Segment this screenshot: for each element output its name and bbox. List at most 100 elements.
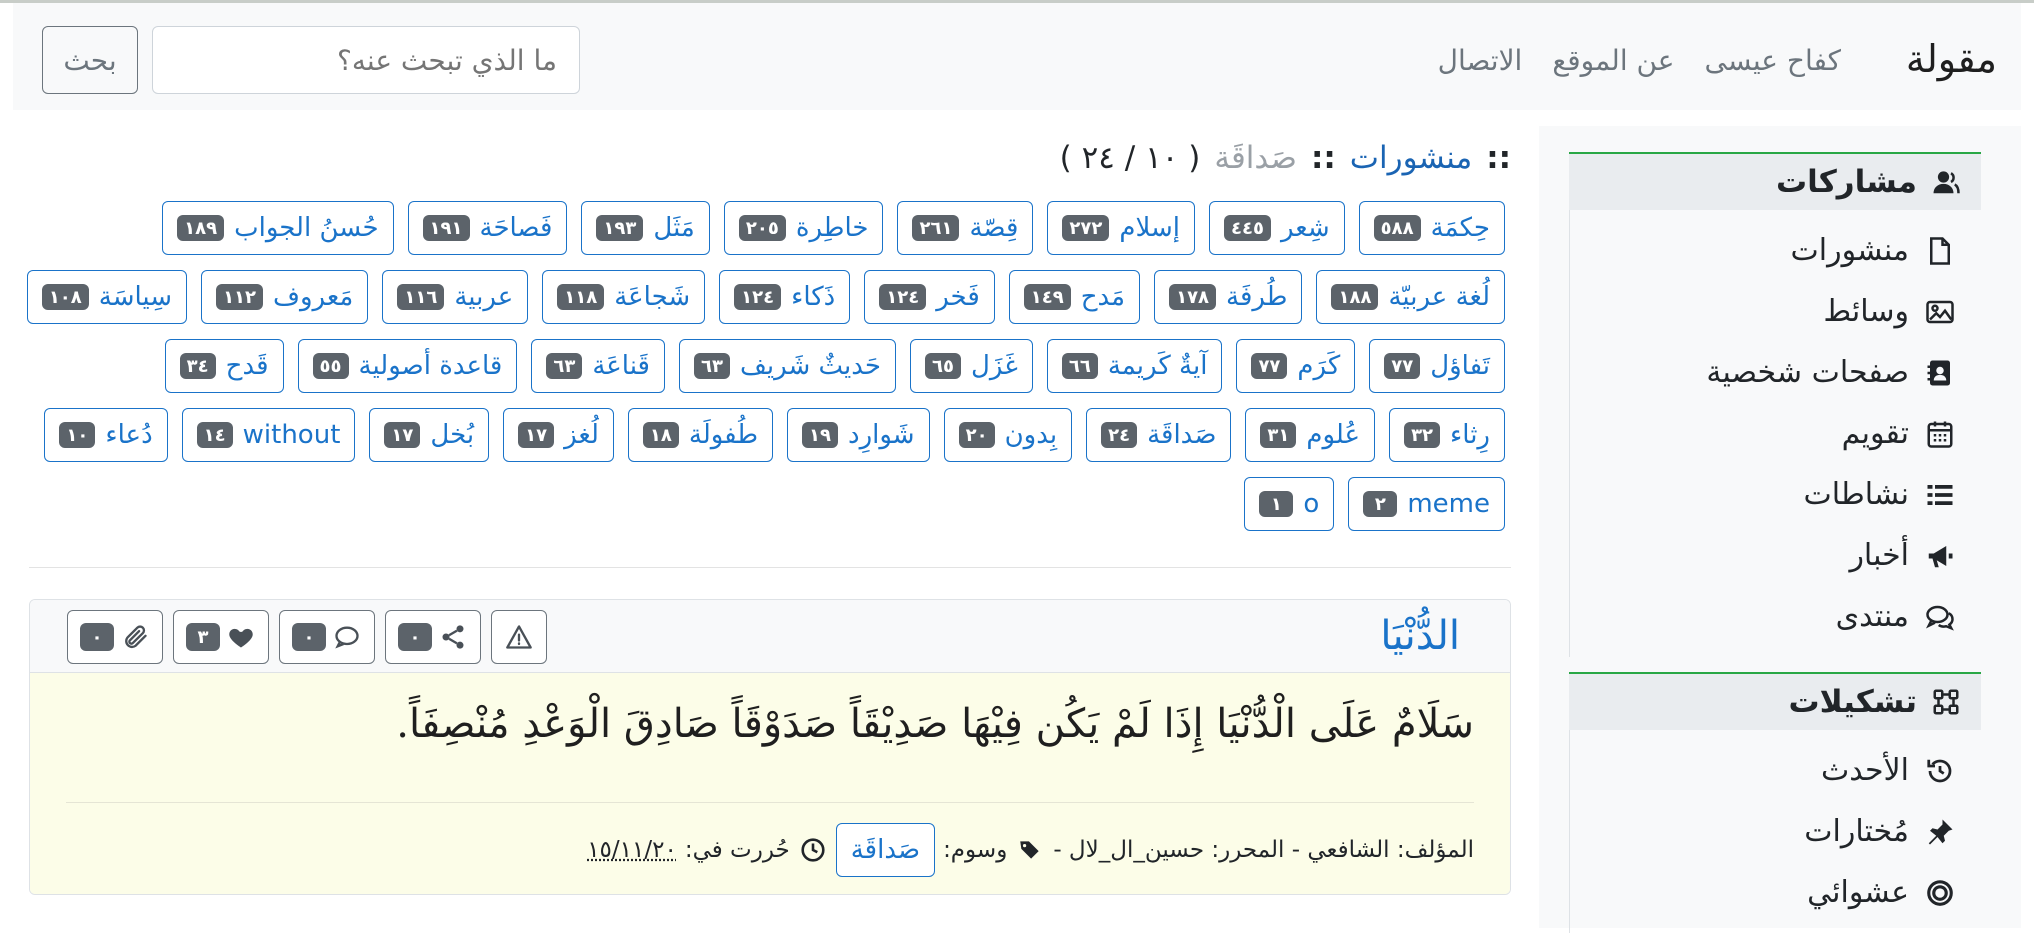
tag-chip[interactable]: عُلوم ٣١ <box>1245 408 1376 462</box>
tag-label: خاطِرة <box>795 213 869 243</box>
tag-chip[interactable]: تَفاؤل ٧٧ <box>1369 339 1505 393</box>
nav-link-contact[interactable]: الاتصال <box>1438 41 1523 81</box>
sidebar-item-media[interactable]: وسائط <box>1570 281 1981 342</box>
tag-chip[interactable]: حَديثٌ شَريف ٦٣ <box>678 339 897 393</box>
tag-chip[interactable]: غَزَل ٦٥ <box>910 339 1033 393</box>
tag-chip[interactable]: قاعدة أصولية ٥٥ <box>297 339 518 393</box>
tag-chip[interactable]: شَوارِد ١٩ <box>787 408 930 462</box>
post-title[interactable]: الدُّنْيَا <box>1380 608 1460 664</box>
tag-chip[interactable]: بِدون ٢٠ <box>943 408 1073 462</box>
tag-chip[interactable]: صَداقَة ٢٤ <box>1086 408 1232 462</box>
tag-chip[interactable]: كَرَم ٧٧ <box>1236 339 1356 393</box>
tag-chip[interactable]: خاطِرة ٢٠٥ <box>723 201 884 255</box>
tag-chip[interactable]: لُغة عربيّة ١٨٨ <box>1316 270 1505 324</box>
sidebar-item-label: صفحات شخصية <box>1706 355 1909 390</box>
search-input[interactable] <box>152 26 580 94</box>
sidebar-item-random[interactable]: عشوائي <box>1570 862 1981 923</box>
sidebar-list: منشورات وسائط صفحات شخصية تقويم نشاطات أ… <box>1569 210 1981 657</box>
tag-label: شِعر <box>1280 213 1330 243</box>
sidebar-item-posts[interactable]: منشورات <box>1570 220 1981 281</box>
report-button[interactable] <box>491 610 547 664</box>
tag-chip[interactable]: meme ٢ <box>1348 477 1505 531</box>
post-meta: المؤلف: الشافعي - المحرر: حسين_ال_لال - … <box>587 823 1474 877</box>
tag-chip[interactable]: قِصّة ٢٦١ <box>897 201 1034 255</box>
tag-row: لُغة عربيّة ١٨٨ طُرفَة ١٧٨ مَدح ١٤٩ فَخر ١٢٤ ذَك… <box>26 270 1505 324</box>
sidebar-item-forum[interactable]: منتدى <box>1570 586 1981 647</box>
nav-link-about[interactable]: عن الموقع <box>1552 41 1674 81</box>
tag-count-badge: ٣٤ <box>179 353 216 379</box>
tag-label: بُخل <box>430 420 475 450</box>
clock-icon <box>798 835 828 865</box>
tag-count-badge: ١٧ <box>384 422 421 448</box>
contact-card-icon <box>1925 358 1955 388</box>
post-tags-label: وسوم: <box>943 837 1008 863</box>
tag-label: مَدح <box>1080 282 1126 312</box>
tag-chip[interactable]: مَعروف ١١٢ <box>201 270 369 324</box>
tag-label: مَعروف <box>273 282 354 312</box>
tag-chip[interactable]: حُسنُ الجواب ١٨٩ <box>162 201 394 255</box>
tag-chip[interactable]: بُخل ١٧ <box>369 408 490 462</box>
like-button[interactable]: ٣ <box>173 610 269 664</box>
nav-link-kifah[interactable]: كفاح عيسى <box>1705 41 1841 81</box>
tag-label: رِثاء <box>1450 420 1490 450</box>
tag-chip[interactable]: o١ <box>1244 477 1335 531</box>
tag-count-badge: ١ <box>1259 491 1294 517</box>
post-actions: ٠ ٣ ٠ ٠ <box>67 610 547 664</box>
sidebar-item-profiles[interactable]: صفحات شخصية <box>1570 342 1981 403</box>
breadcrumb-section[interactable]: منشورات <box>1350 136 1472 180</box>
tag-count-badge: ٢٧٢ <box>1062 215 1110 241</box>
tag-chip[interactable]: آيةٌ كَريمة ٦٦ <box>1046 339 1223 393</box>
tag-chip[interactable]: إسلام ٢٧٢ <box>1047 201 1195 255</box>
tag-count-badge: ١١٦ <box>397 284 445 310</box>
tag-chip[interactable]: فَخر ١٢٤ <box>864 270 995 324</box>
tag-chip[interactable]: ذَكاء ١٢٤ <box>719 270 851 324</box>
tag-chip[interactable]: دُعاء ١٠ <box>44 408 168 462</box>
sidebar-item-news[interactable]: أخبار <box>1570 525 1981 586</box>
tag-chip[interactable]: طُرفَة ١٧٨ <box>1154 270 1303 324</box>
tag-count-badge: ٢٤ <box>1101 422 1138 448</box>
tag-chip[interactable]: without ١٤ <box>181 408 356 462</box>
list-icon <box>1925 480 1955 510</box>
tag-count-badge: ٦٣ <box>693 353 730 379</box>
tag-count-badge: ١٩١ <box>422 215 470 241</box>
tag-chip[interactable]: شَجاعَة ١١٨ <box>542 270 706 324</box>
tag-label: فَخر <box>936 282 980 312</box>
tag-count-badge: ٣١ <box>1260 422 1297 448</box>
sidebar-item-latest[interactable]: الأحدث <box>1570 740 1981 801</box>
tag-label: غَزَل <box>971 351 1018 381</box>
site-brand[interactable]: مقولة <box>1906 33 1997 85</box>
tag-label: شَجاعَة <box>614 282 691 312</box>
sidebar-item-activities[interactable]: نشاطات <box>1570 464 1981 525</box>
tag-label: حَديثٌ شَريف <box>739 351 882 381</box>
tag-chip[interactable]: لُغز ١٧ <box>503 408 614 462</box>
tag-count-badge: ٦٦ <box>1061 353 1098 379</box>
post-tag[interactable]: صَداقَة <box>835 823 936 877</box>
sidebar-item-selected[interactable]: مُختارات <box>1570 801 1981 862</box>
tag-chip[interactable]: فَصاحَة ١٩١ <box>407 201 568 255</box>
tag-label: طُرفَة <box>1226 282 1288 312</box>
tag-chip[interactable]: حِكمَة ٥٨٨ <box>1358 201 1505 255</box>
comment-icon <box>332 622 362 652</box>
tag-count-badge: ٢٠ <box>958 422 995 448</box>
tag-chip[interactable]: قَدح ٣٤ <box>164 339 284 393</box>
tag-chip[interactable]: رِثاء ٣٢ <box>1389 408 1505 462</box>
tag-label: o <box>1303 489 1320 519</box>
tag-chip[interactable]: عربية ١١٦ <box>382 270 529 324</box>
tag-label: دُعاء <box>105 420 153 450</box>
tag-chip[interactable]: سِياسَة ١٠٨ <box>26 270 188 324</box>
users-icon <box>1931 167 1961 197</box>
tag-chip[interactable]: شِعر ٤٤٥ <box>1208 201 1345 255</box>
attach-button[interactable]: ٠ <box>67 610 163 664</box>
search-button[interactable]: بحث <box>42 26 138 94</box>
tag-chip[interactable]: مَدح ١٤٩ <box>1008 270 1141 324</box>
tag-chip[interactable]: طُفولَة ١٨ <box>627 408 774 462</box>
tag-count-badge: ١٧٨ <box>1169 284 1217 310</box>
tag-chip[interactable]: مَثَل ١٩٣ <box>581 201 710 255</box>
tag-cloud: حِكمَة ٥٨٨ شِعر ٤٤٥ إسلام ٢٧٢ قِصّة ٢٦١ خاطِرة ٢٠… <box>26 201 1505 531</box>
share-button[interactable]: ٠ <box>385 610 481 664</box>
comment-button[interactable]: ٠ <box>279 610 375 664</box>
tag-label: تَفاؤل <box>1430 351 1490 381</box>
sidebar-item-calendar[interactable]: تقويم <box>1570 403 1981 464</box>
sidebar-item-label: تقويم <box>1841 416 1909 451</box>
tag-chip[interactable]: قَناعَة ٦٣ <box>531 339 665 393</box>
